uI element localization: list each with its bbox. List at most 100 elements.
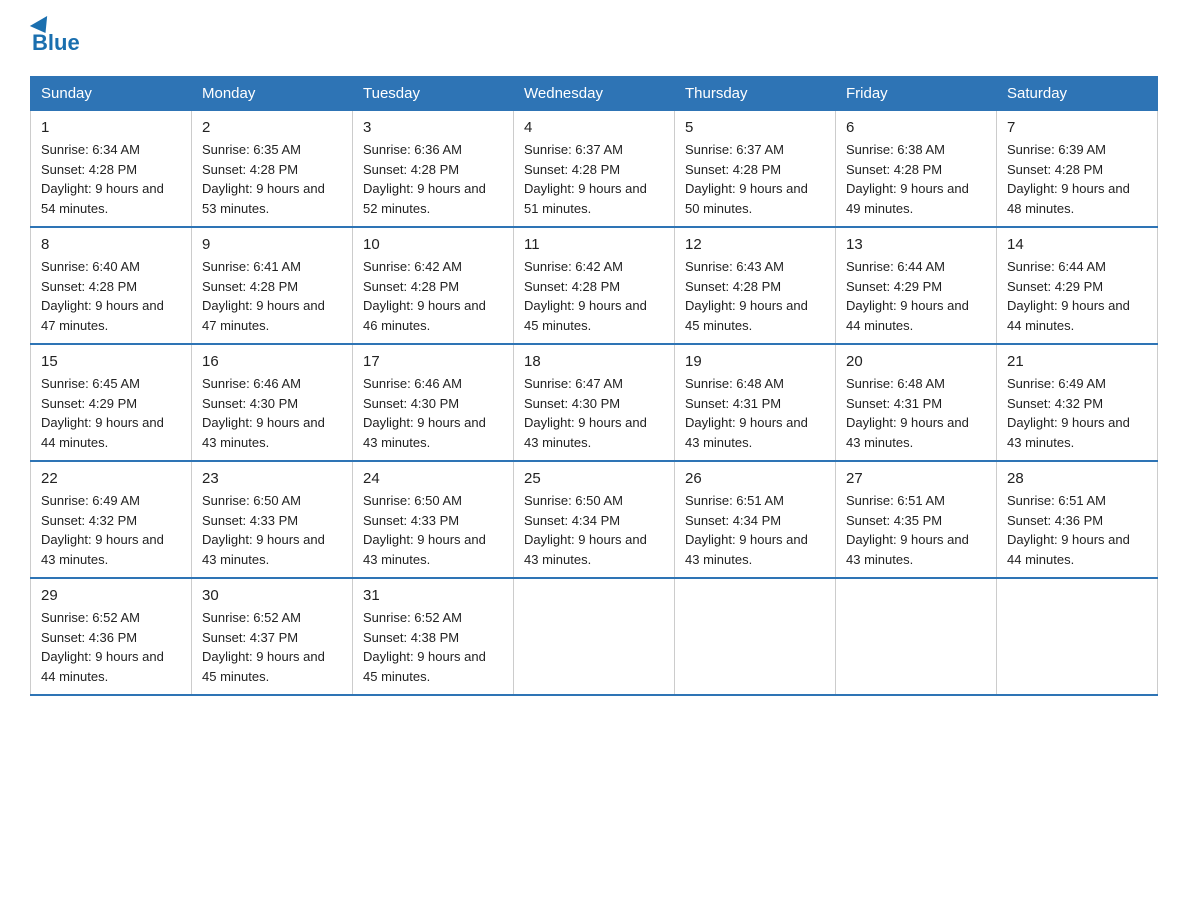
day-number: 23 [202, 470, 342, 487]
day-info: Sunrise: 6:34 AMSunset: 4:28 PMDaylight:… [41, 140, 181, 218]
calendar-cell: 18 Sunrise: 6:47 AMSunset: 4:30 PMDaylig… [514, 344, 675, 461]
day-number: 1 [41, 119, 181, 136]
header-saturday: Saturday [997, 77, 1158, 111]
day-number: 19 [685, 353, 825, 370]
day-number: 13 [846, 236, 986, 253]
day-number: 4 [524, 119, 664, 136]
day-info: Sunrise: 6:41 AMSunset: 4:28 PMDaylight:… [202, 257, 342, 335]
day-info: Sunrise: 6:37 AMSunset: 4:28 PMDaylight:… [685, 140, 825, 218]
day-number: 2 [202, 119, 342, 136]
day-info: Sunrise: 6:38 AMSunset: 4:28 PMDaylight:… [846, 140, 986, 218]
day-info: Sunrise: 6:45 AMSunset: 4:29 PMDaylight:… [41, 374, 181, 452]
day-number: 12 [685, 236, 825, 253]
day-info: Sunrise: 6:37 AMSunset: 4:28 PMDaylight:… [524, 140, 664, 218]
calendar-cell [675, 578, 836, 695]
calendar-cell: 12 Sunrise: 6:43 AMSunset: 4:28 PMDaylig… [675, 227, 836, 344]
day-number: 29 [41, 587, 181, 604]
day-number: 30 [202, 587, 342, 604]
day-info: Sunrise: 6:40 AMSunset: 4:28 PMDaylight:… [41, 257, 181, 335]
calendar-cell: 2 Sunrise: 6:35 AMSunset: 4:28 PMDayligh… [192, 111, 353, 228]
calendar-cell: 29 Sunrise: 6:52 AMSunset: 4:36 PMDaylig… [31, 578, 192, 695]
calendar-cell: 23 Sunrise: 6:50 AMSunset: 4:33 PMDaylig… [192, 461, 353, 578]
day-info: Sunrise: 6:51 AMSunset: 4:34 PMDaylight:… [685, 491, 825, 569]
day-info: Sunrise: 6:44 AMSunset: 4:29 PMDaylight:… [846, 257, 986, 335]
day-info: Sunrise: 6:52 AMSunset: 4:38 PMDaylight:… [363, 608, 503, 686]
calendar-cell: 27 Sunrise: 6:51 AMSunset: 4:35 PMDaylig… [836, 461, 997, 578]
calendar-cell: 19 Sunrise: 6:48 AMSunset: 4:31 PMDaylig… [675, 344, 836, 461]
day-info: Sunrise: 6:36 AMSunset: 4:28 PMDaylight:… [363, 140, 503, 218]
header-monday: Monday [192, 77, 353, 111]
calendar-week-row: 8 Sunrise: 6:40 AMSunset: 4:28 PMDayligh… [31, 227, 1158, 344]
day-info: Sunrise: 6:50 AMSunset: 4:33 PMDaylight:… [202, 491, 342, 569]
day-info: Sunrise: 6:51 AMSunset: 4:35 PMDaylight:… [846, 491, 986, 569]
day-number: 11 [524, 236, 664, 253]
calendar-week-row: 1 Sunrise: 6:34 AMSunset: 4:28 PMDayligh… [31, 111, 1158, 228]
day-info: Sunrise: 6:52 AMSunset: 4:36 PMDaylight:… [41, 608, 181, 686]
day-info: Sunrise: 6:46 AMSunset: 4:30 PMDaylight:… [202, 374, 342, 452]
day-info: Sunrise: 6:48 AMSunset: 4:31 PMDaylight:… [846, 374, 986, 452]
calendar-cell: 21 Sunrise: 6:49 AMSunset: 4:32 PMDaylig… [997, 344, 1158, 461]
calendar-cell: 3 Sunrise: 6:36 AMSunset: 4:28 PMDayligh… [353, 111, 514, 228]
calendar-cell: 17 Sunrise: 6:46 AMSunset: 4:30 PMDaylig… [353, 344, 514, 461]
day-info: Sunrise: 6:50 AMSunset: 4:33 PMDaylight:… [363, 491, 503, 569]
calendar-week-row: 15 Sunrise: 6:45 AMSunset: 4:29 PMDaylig… [31, 344, 1158, 461]
calendar-cell [514, 578, 675, 695]
calendar-cell: 9 Sunrise: 6:41 AMSunset: 4:28 PMDayligh… [192, 227, 353, 344]
day-number: 31 [363, 587, 503, 604]
day-info: Sunrise: 6:39 AMSunset: 4:28 PMDaylight:… [1007, 140, 1147, 218]
calendar-cell: 30 Sunrise: 6:52 AMSunset: 4:37 PMDaylig… [192, 578, 353, 695]
day-info: Sunrise: 6:47 AMSunset: 4:30 PMDaylight:… [524, 374, 664, 452]
page-header: Blue [30, 20, 1158, 56]
calendar-cell: 16 Sunrise: 6:46 AMSunset: 4:30 PMDaylig… [192, 344, 353, 461]
calendar-cell: 10 Sunrise: 6:42 AMSunset: 4:28 PMDaylig… [353, 227, 514, 344]
day-info: Sunrise: 6:50 AMSunset: 4:34 PMDaylight:… [524, 491, 664, 569]
calendar-week-row: 29 Sunrise: 6:52 AMSunset: 4:36 PMDaylig… [31, 578, 1158, 695]
calendar-cell: 4 Sunrise: 6:37 AMSunset: 4:28 PMDayligh… [514, 111, 675, 228]
header-wednesday: Wednesday [514, 77, 675, 111]
calendar-cell: 20 Sunrise: 6:48 AMSunset: 4:31 PMDaylig… [836, 344, 997, 461]
header-friday: Friday [836, 77, 997, 111]
day-number: 7 [1007, 119, 1147, 136]
day-number: 15 [41, 353, 181, 370]
calendar-cell: 11 Sunrise: 6:42 AMSunset: 4:28 PMDaylig… [514, 227, 675, 344]
day-info: Sunrise: 6:35 AMSunset: 4:28 PMDaylight:… [202, 140, 342, 218]
day-number: 27 [846, 470, 986, 487]
header-tuesday: Tuesday [353, 77, 514, 111]
calendar-cell: 26 Sunrise: 6:51 AMSunset: 4:34 PMDaylig… [675, 461, 836, 578]
day-number: 24 [363, 470, 503, 487]
day-number: 25 [524, 470, 664, 487]
day-number: 8 [41, 236, 181, 253]
day-number: 6 [846, 119, 986, 136]
calendar-cell: 24 Sunrise: 6:50 AMSunset: 4:33 PMDaylig… [353, 461, 514, 578]
calendar-header-row: SundayMondayTuesdayWednesdayThursdayFrid… [31, 77, 1158, 111]
header-thursday: Thursday [675, 77, 836, 111]
day-number: 10 [363, 236, 503, 253]
day-number: 16 [202, 353, 342, 370]
calendar-cell [836, 578, 997, 695]
day-number: 28 [1007, 470, 1147, 487]
day-number: 5 [685, 119, 825, 136]
day-number: 9 [202, 236, 342, 253]
calendar-cell: 25 Sunrise: 6:50 AMSunset: 4:34 PMDaylig… [514, 461, 675, 578]
day-number: 3 [363, 119, 503, 136]
day-info: Sunrise: 6:46 AMSunset: 4:30 PMDaylight:… [363, 374, 503, 452]
day-info: Sunrise: 6:43 AMSunset: 4:28 PMDaylight:… [685, 257, 825, 335]
day-number: 26 [685, 470, 825, 487]
day-number: 20 [846, 353, 986, 370]
header-sunday: Sunday [31, 77, 192, 111]
calendar-cell: 22 Sunrise: 6:49 AMSunset: 4:32 PMDaylig… [31, 461, 192, 578]
day-info: Sunrise: 6:42 AMSunset: 4:28 PMDaylight:… [524, 257, 664, 335]
calendar-cell: 7 Sunrise: 6:39 AMSunset: 4:28 PMDayligh… [997, 111, 1158, 228]
calendar-cell: 5 Sunrise: 6:37 AMSunset: 4:28 PMDayligh… [675, 111, 836, 228]
day-number: 22 [41, 470, 181, 487]
calendar-cell: 15 Sunrise: 6:45 AMSunset: 4:29 PMDaylig… [31, 344, 192, 461]
day-info: Sunrise: 6:44 AMSunset: 4:29 PMDaylight:… [1007, 257, 1147, 335]
calendar-cell: 31 Sunrise: 6:52 AMSunset: 4:38 PMDaylig… [353, 578, 514, 695]
day-info: Sunrise: 6:52 AMSunset: 4:37 PMDaylight:… [202, 608, 342, 686]
calendar-week-row: 22 Sunrise: 6:49 AMSunset: 4:32 PMDaylig… [31, 461, 1158, 578]
day-info: Sunrise: 6:49 AMSunset: 4:32 PMDaylight:… [1007, 374, 1147, 452]
day-number: 21 [1007, 353, 1147, 370]
calendar-cell: 8 Sunrise: 6:40 AMSunset: 4:28 PMDayligh… [31, 227, 192, 344]
calendar-cell: 13 Sunrise: 6:44 AMSunset: 4:29 PMDaylig… [836, 227, 997, 344]
calendar-cell: 6 Sunrise: 6:38 AMSunset: 4:28 PMDayligh… [836, 111, 997, 228]
